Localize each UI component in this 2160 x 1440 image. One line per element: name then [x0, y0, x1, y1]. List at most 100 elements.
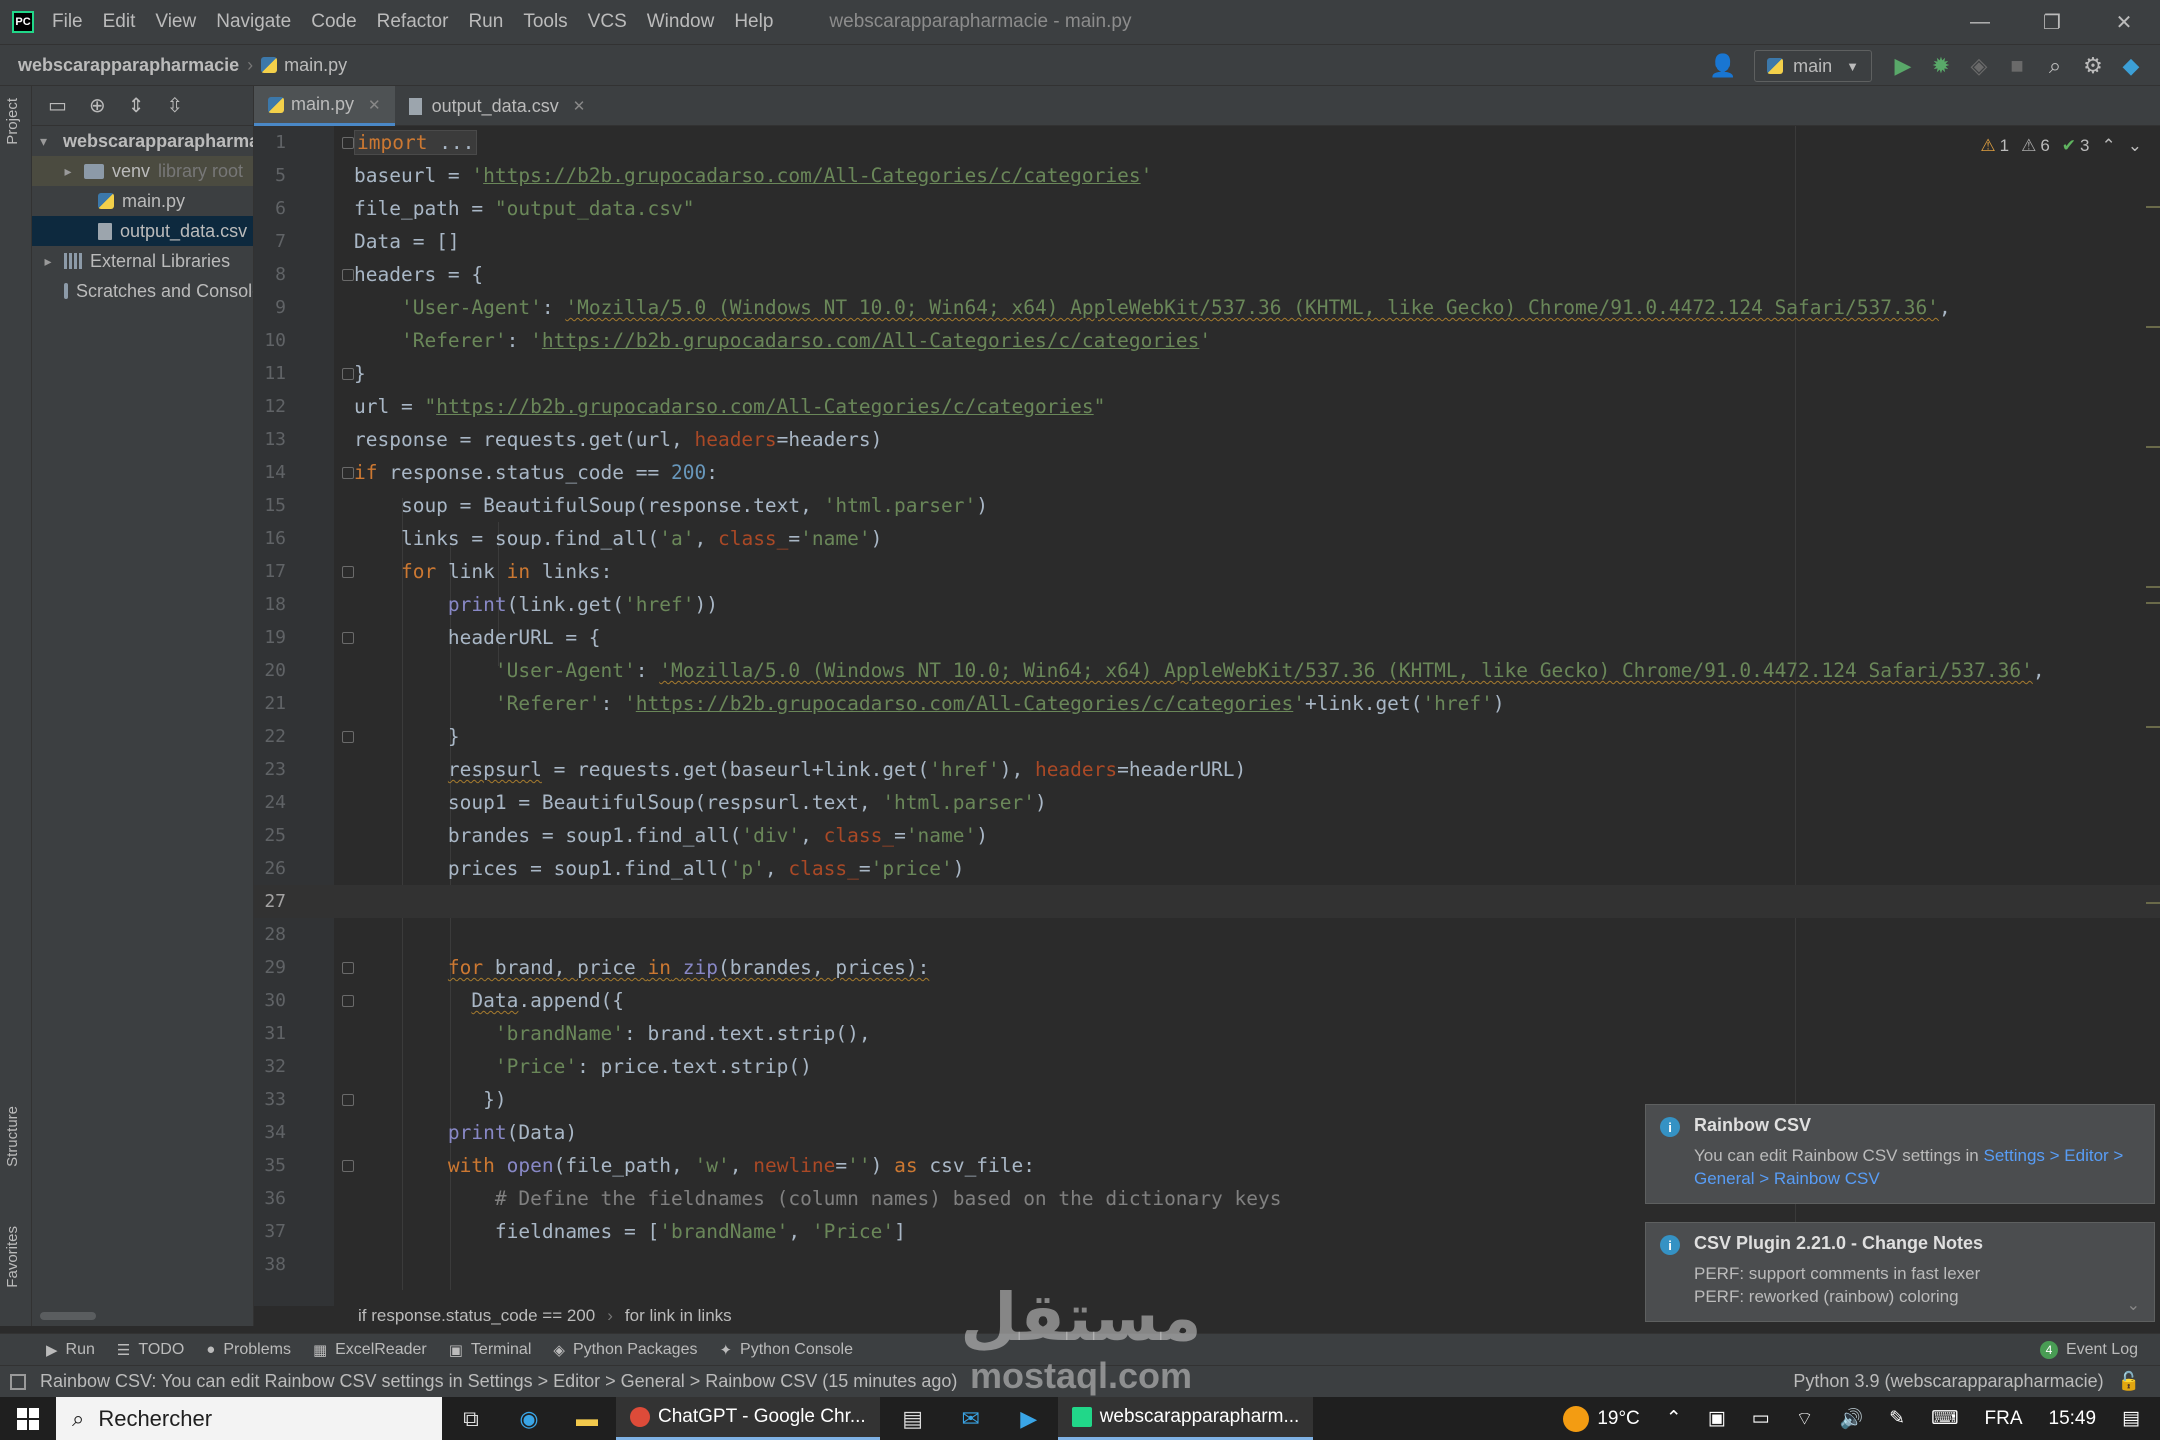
line-number[interactable]: 28 — [254, 924, 286, 945]
code-line[interactable]: 8 headers = { — [254, 258, 2160, 291]
line-number[interactable]: 37 — [254, 1221, 286, 1242]
code-text[interactable]: brandes = soup1.find_all('div', class_='… — [354, 824, 988, 847]
line-number[interactable]: 14 — [254, 462, 286, 483]
code-line[interactable]: 5 baseurl = 'https://b2b.grupocadarso.com… — [254, 159, 2160, 192]
debug-icon[interactable]: ✹ — [1922, 49, 1960, 83]
gear-icon[interactable]: ⚙ — [2074, 49, 2112, 83]
breadcrumb-file[interactable]: main.py — [261, 55, 347, 76]
code-text[interactable]: Data = [] — [354, 230, 460, 253]
locate-file-icon[interactable]: ⊕ — [89, 93, 106, 118]
code-line[interactable]: 21 'Referer': 'https://b2b.grupocadarso.… — [254, 687, 2160, 720]
code-text[interactable]: if response.status_code == 200: — [354, 461, 718, 484]
run-configuration-select[interactable]: main ▼ — [1754, 50, 1872, 82]
code-text[interactable]: headerURL = { — [354, 626, 601, 649]
code-text[interactable]: }) — [354, 1088, 507, 1111]
language-indicator[interactable]: FRA — [1985, 1408, 2023, 1430]
tool-python-console[interactable]: ✦ Python Console — [719, 1341, 853, 1359]
code-text[interactable]: Data.append({ — [354, 989, 624, 1012]
weather-temp[interactable]: 19°C — [1597, 1408, 1639, 1430]
start-button[interactable] — [0, 1397, 56, 1440]
code-line[interactable]: 19 headerURL = { — [254, 621, 2160, 654]
code-line[interactable]: 25 brandes = soup1.find_all('div', class… — [254, 819, 2160, 852]
line-number[interactable]: 12 — [254, 396, 286, 417]
menu-vcs[interactable]: VCS — [588, 11, 627, 33]
tree-item-project-root[interactable]: ▾ webscarapparapharmacie — [32, 126, 253, 156]
tool-run[interactable]: ▶ Run — [46, 1341, 95, 1359]
code-line[interactable]: 32 'Price': price.text.strip() — [254, 1050, 2160, 1083]
tree-item-external-libraries[interactable]: ▸ External Libraries — [32, 246, 253, 276]
inspection-widget[interactable]: ⚠ 1 ⚠ 6 ✔ 3 ⌃ ⌄ — [1968, 136, 2142, 156]
code-text[interactable]: print(link.get('href')) — [354, 593, 718, 616]
keyboard-icon[interactable]: ⌨ — [1931, 1407, 1958, 1430]
code-text[interactable]: with open(file_path, 'w', newline='') as… — [354, 1154, 1035, 1177]
line-number[interactable]: 30 — [254, 990, 286, 1011]
line-number[interactable]: 19 — [254, 627, 286, 648]
code-line[interactable]: 13 response = requests.get(url, headers=h… — [254, 423, 2160, 456]
code-text[interactable]: } — [354, 362, 366, 385]
code-line[interactable]: 15 soup = BeautifulSoup(response.text, '… — [254, 489, 2160, 522]
line-number[interactable]: 13 — [254, 429, 286, 450]
code-text[interactable]: prices = soup1.find_all('p', class_='pri… — [354, 857, 965, 880]
menu-view[interactable]: View — [155, 11, 196, 33]
menu-run[interactable]: Run — [468, 11, 503, 33]
code-text[interactable]: file_path = "output_data.csv" — [354, 197, 694, 220]
stripe-mark[interactable] — [2146, 586, 2160, 588]
line-number[interactable]: 9 — [254, 297, 286, 318]
breadcrumb-project[interactable]: webscarapparapharmacie — [18, 55, 239, 76]
line-number[interactable]: 18 — [254, 594, 286, 615]
line-number[interactable]: 22 — [254, 726, 286, 747]
collapse-all-icon[interactable]: ⇳ — [166, 93, 183, 118]
taskbar-app-pycharm[interactable]: webscarapparapharm... — [1057, 1397, 1314, 1440]
stop-icon[interactable]: ■ — [1998, 49, 2036, 83]
minimize-button[interactable]: — — [1944, 0, 2016, 44]
code-line[interactable]: 16 links = soup.find_all('a', class_='na… — [254, 522, 2160, 555]
fold-marker-icon[interactable] — [342, 994, 354, 1007]
fold-marker-icon[interactable] — [342, 565, 354, 578]
code-text[interactable]: for link in links: — [354, 560, 612, 583]
code-line[interactable]: 7 Data = [] — [254, 225, 2160, 258]
task-view-icon[interactable]: ⧉ — [442, 1397, 500, 1440]
volume-icon[interactable]: 🔊 — [1839, 1407, 1863, 1431]
code-text[interactable]: response = requests.get(url, headers=hea… — [354, 428, 882, 451]
event-log-button[interactable]: 4 Event Log — [2039, 1340, 2138, 1359]
chevron-down-icon[interactable]: ⌄ — [2127, 1295, 2140, 1315]
chevron-down-icon[interactable]: ▾ — [40, 133, 47, 150]
line-number[interactable]: 32 — [254, 1056, 286, 1077]
tree-item-scratches[interactable]: Scratches and Consoles — [32, 276, 253, 306]
code-text[interactable]: 'User-Agent': 'Mozilla/5.0 (Windows NT 1… — [354, 296, 1951, 319]
close-tab-icon[interactable]: ✕ — [368, 96, 381, 114]
code-text[interactable]: # Define the fieldnames (column names) b… — [354, 1187, 1282, 1210]
code-text[interactable]: 'Referer': 'https://b2b.grupocadarso.com… — [354, 692, 1505, 715]
line-number[interactable]: 35 — [254, 1155, 286, 1176]
code-text[interactable]: for brand, price in zip(brandes, prices)… — [354, 956, 929, 979]
tree-item-output-csv[interactable]: output_data.csv — [32, 216, 253, 246]
edge-icon[interactable]: ◉ — [500, 1397, 558, 1440]
chevron-right-icon[interactable]: ▸ — [40, 253, 56, 270]
line-number[interactable]: 24 — [254, 792, 286, 813]
line-number[interactable]: 10 — [254, 330, 286, 351]
code-text[interactable]: url = "https://b2b.grupocadarso.com/All-… — [354, 395, 1105, 418]
taskbar-app-chrome[interactable]: ChatGPT - Google Chr... — [616, 1397, 880, 1440]
status-message[interactable]: Rainbow CSV: You can edit Rainbow CSV se… — [40, 1371, 957, 1392]
line-number[interactable]: 15 — [254, 495, 286, 516]
line-number[interactable]: 21 — [254, 693, 286, 714]
tool-excelreader[interactable]: ▦ ExcelReader — [313, 1341, 427, 1359]
tool-problems[interactable]: ● Problems — [206, 1341, 291, 1359]
code-line[interactable]: 1 import ... — [254, 126, 2160, 159]
menu-help[interactable]: Help — [734, 11, 773, 33]
line-number[interactable]: 17 — [254, 561, 286, 582]
code-line[interactable]: 22 } — [254, 720, 2160, 753]
code-text[interactable]: baseurl = 'https://b2b.grupocadarso.com/… — [354, 164, 1152, 187]
media-player-icon[interactable]: ▶ — [1000, 1397, 1058, 1440]
code-line[interactable]: 10 'Referer': 'https://b2b.grupocadarso.… — [254, 324, 2160, 357]
line-number[interactable]: 6 — [254, 198, 286, 219]
tree-item-venv[interactable]: ▸ venv library root — [32, 156, 253, 186]
close-window-button[interactable]: ✕ — [2088, 0, 2160, 44]
line-number[interactable]: 7 — [254, 231, 286, 252]
chevron-up-icon[interactable]: ⌃ — [1666, 1407, 1682, 1430]
menu-window[interactable]: Window — [647, 11, 715, 33]
code-text[interactable]: 'Price': price.text.strip() — [354, 1055, 812, 1078]
line-number[interactable]: 26 — [254, 858, 286, 879]
fold-marker-icon[interactable] — [342, 466, 354, 479]
code-text[interactable]: print(Data) — [354, 1121, 577, 1144]
